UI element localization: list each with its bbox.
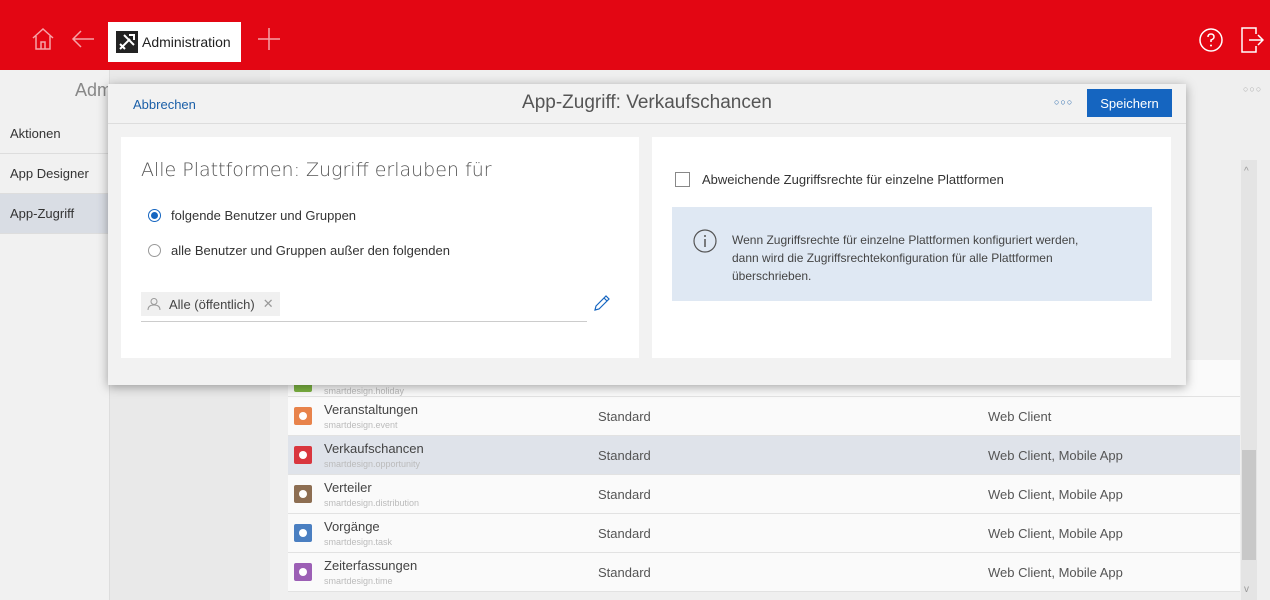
top-bar: Administration: [0, 0, 1270, 70]
row-platforms: Web Client, Mobile App: [988, 526, 1123, 541]
row-type: Standard: [598, 409, 651, 424]
radio-include-users[interactable]: folgende Benutzer und Gruppen: [148, 208, 356, 223]
checkbox[interactable]: [675, 172, 690, 187]
sidebar-item-app-zugriff[interactable]: App-Zugriff: [0, 194, 110, 234]
dialog-title: App-Zugriff: Verkaufschancen: [522, 92, 772, 113]
info-box: Wenn Zugriffsrechte für einzelne Plattfo…: [672, 207, 1152, 301]
user-icon: [147, 298, 161, 311]
app-access-dialog: App-Zugriff: Verkaufschancen Abbrechen ○…: [108, 84, 1186, 385]
row-id: smartdesign.event: [324, 420, 398, 430]
row-platforms: Web Client: [988, 409, 1052, 424]
platform-specific-panel: Abweichende Zugriffsrechte für einzelne …: [652, 137, 1171, 358]
table-row[interactable]: Verteiler smartdesign.distribution Stand…: [288, 475, 1240, 514]
opportunity-icon: [294, 446, 312, 464]
row-type: Standard: [598, 565, 651, 580]
radio-exclude-users[interactable]: alle Benutzer und Gruppen außer den folg…: [148, 243, 450, 258]
row-id: smartdesign.holiday: [324, 386, 405, 396]
radio-button[interactable]: [148, 209, 161, 222]
table-row[interactable]: Vorgänge smartdesign.task Standard Web C…: [288, 514, 1240, 553]
task-icon: [294, 524, 312, 542]
row-name: Veranstaltungen: [324, 402, 418, 417]
distribution-icon: [294, 485, 312, 503]
row-id: smartdesign.distribution: [324, 498, 420, 508]
checkbox-label: Abweichende Zugriffsrechte für einzelne …: [702, 172, 1004, 187]
table-row[interactable]: Zeiterfassungen smartdesign.time Standar…: [288, 553, 1240, 592]
tab-label: Administration: [142, 34, 231, 50]
row-platforms: Web Client, Mobile App: [988, 565, 1123, 580]
sidebar: Adm Aktionen App Designer App-Zugriff: [0, 70, 113, 600]
calendar-icon: [294, 407, 312, 425]
scroll-down-icon[interactable]: v: [1244, 584, 1249, 595]
plus-icon[interactable]: [256, 26, 282, 52]
row-name: Vorgänge: [324, 519, 380, 534]
row-type: Standard: [598, 448, 651, 463]
row-name: Zeiterfassungen: [324, 558, 418, 573]
user-group-chip: Alle (öffentlich) ✕: [141, 292, 280, 316]
chip-label: Alle (öffentlich): [169, 296, 255, 312]
back-arrow-icon[interactable]: [70, 26, 96, 52]
row-name: Verteiler: [324, 480, 372, 495]
save-button[interactable]: Speichern: [1087, 89, 1172, 117]
remove-chip-icon[interactable]: ✕: [263, 296, 274, 312]
radio-label: alle Benutzer und Gruppen außer den folg…: [171, 243, 450, 258]
more-options-icon[interactable]: ○○○: [1054, 97, 1073, 107]
radio-button[interactable]: [148, 244, 161, 257]
scroll-up-icon[interactable]: ^: [1244, 166, 1249, 177]
row-platforms: Web Client, Mobile App: [988, 487, 1123, 502]
sidebar-item-app-designer[interactable]: App Designer: [0, 154, 110, 194]
row-id: smartdesign.opportunity: [324, 459, 421, 469]
chip-input-underline: [141, 321, 587, 322]
logout-icon[interactable]: [1240, 26, 1264, 54]
scrollbar-thumb[interactable]: [1242, 450, 1256, 560]
all-platforms-panel: Alle Plattformen: Zugriff erlauben für f…: [121, 137, 639, 358]
tab-administration[interactable]: Administration: [108, 22, 241, 62]
sidebar-title: Adm: [75, 80, 113, 100]
row-id: smartdesign.task: [324, 537, 393, 547]
radio-label: folgende Benutzer und Gruppen: [171, 208, 357, 223]
edit-pencil-icon[interactable]: [592, 293, 612, 313]
more-options-icon[interactable]: ○○○: [1243, 84, 1262, 94]
row-id: smartdesign.time: [324, 576, 393, 586]
table-row[interactable]: Veranstaltungen smartdesign.event Standa…: [288, 397, 1240, 436]
cancel-button[interactable]: Abbrechen: [133, 97, 196, 112]
table-row[interactable]: Verkaufschancen smartdesign.opportunity …: [288, 436, 1240, 475]
info-icon: [693, 229, 717, 253]
help-icon[interactable]: [1199, 28, 1223, 52]
dialog-header: App-Zugriff: Verkaufschancen Abbrechen ○…: [108, 84, 1186, 124]
row-platforms: Web Client, Mobile App: [988, 448, 1123, 463]
platform-specific-checkbox[interactable]: Abweichende Zugriffsrechte für einzelne …: [675, 172, 1004, 187]
home-icon[interactable]: [30, 26, 56, 52]
info-text: Wenn Zugriffsrechte für einzelne Plattfo…: [732, 233, 1079, 283]
row-type: Standard: [598, 487, 651, 502]
sidebar-item-aktionen[interactable]: Aktionen: [0, 114, 110, 154]
panel-title: Alle Plattformen: Zugriff erlauben für: [141, 159, 492, 181]
row-type: Standard: [598, 526, 651, 541]
tools-icon: [116, 31, 138, 53]
row-name: Verkaufschancen: [324, 441, 424, 456]
time-icon: [294, 563, 312, 581]
